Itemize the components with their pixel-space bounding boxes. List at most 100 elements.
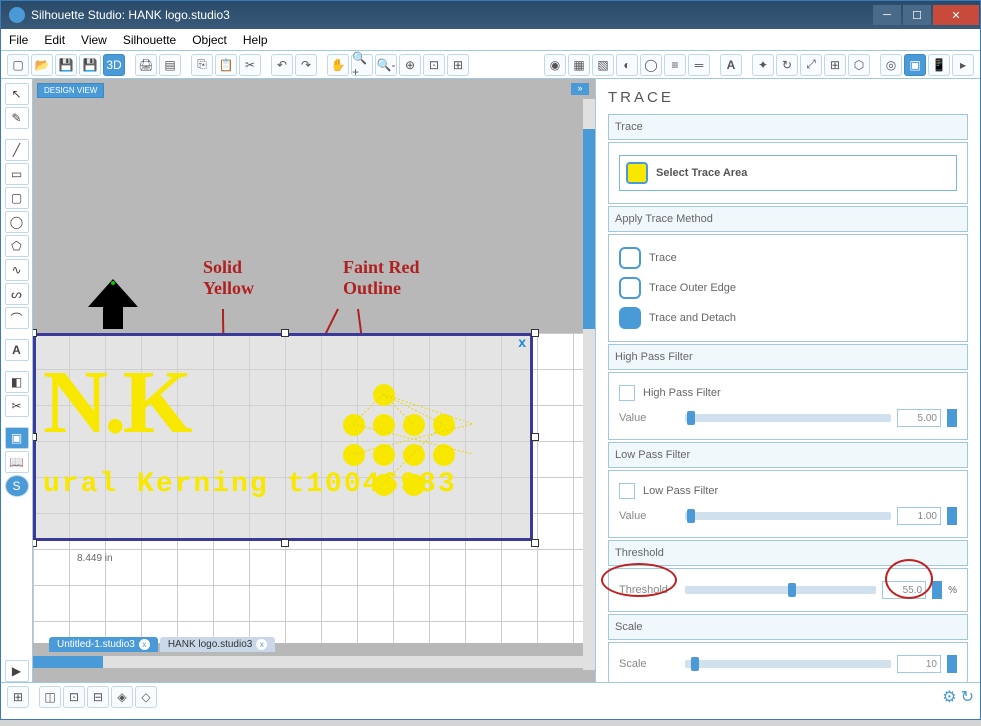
tab-close-icon[interactable]: x (256, 639, 267, 650)
ungroup-icon[interactable]: ⊟ (87, 686, 109, 708)
line-weight-icon[interactable]: ═ (688, 54, 710, 76)
select-tool[interactable]: ↖ (5, 83, 29, 105)
rotate-icon[interactable]: ↻ (776, 54, 798, 76)
scale-spinner[interactable] (947, 655, 957, 673)
trace-option[interactable]: Trace (619, 243, 957, 273)
zoom-in-icon[interactable]: 🔍+ (351, 54, 373, 76)
close-button[interactable]: ✕ (933, 5, 979, 25)
handle-tl[interactable] (33, 329, 37, 337)
zoom-sel-icon[interactable]: ⊡ (423, 54, 445, 76)
registration-icon[interactable]: ⊞ (7, 686, 29, 708)
lp-spinner[interactable] (947, 507, 957, 525)
maximize-button[interactable]: ☐ (903, 5, 931, 25)
handle-ml[interactable] (33, 433, 37, 441)
rect-tool[interactable]: ▭ (5, 163, 29, 185)
gradient-icon[interactable]: ◐ (616, 54, 638, 76)
threshold-slider[interactable] (685, 586, 876, 594)
handle-tc[interactable] (281, 329, 289, 337)
minimize-button[interactable]: ─ (873, 5, 901, 25)
high-pass-checkbox[interactable] (619, 385, 635, 401)
open-icon[interactable]: 📂 (31, 54, 53, 76)
trace-icon[interactable]: ▣ (904, 54, 926, 76)
store-tab[interactable]: S (5, 475, 29, 497)
scale-slider[interactable] (685, 660, 891, 668)
replicate-icon[interactable]: ⊞ (824, 54, 846, 76)
menu-silhouette[interactable]: Silhouette (123, 33, 176, 47)
lp-value-input[interactable] (897, 507, 941, 525)
handle-tr[interactable] (531, 329, 539, 337)
align-icon[interactable]: ✦ (752, 54, 774, 76)
curve-tool[interactable]: ∿ (5, 259, 29, 281)
zoom-drag-icon[interactable]: ⊞ (447, 54, 469, 76)
3d-icon[interactable]: 3D (103, 54, 125, 76)
line-tool[interactable]: ╱ (5, 139, 29, 161)
select-trace-area-button[interactable]: Select Trace Area (619, 155, 957, 191)
refresh-icon[interactable]: ↻ (961, 687, 974, 707)
modify-icon[interactable]: ⬡ (848, 54, 870, 76)
library-icon[interactable]: 📱 (928, 54, 950, 76)
saveas-icon[interactable]: 💾 (79, 54, 101, 76)
page-icon[interactable]: ◉ (544, 54, 566, 76)
scale-value-input[interactable] (897, 655, 941, 673)
cut-icon[interactable]: ✂ (239, 54, 261, 76)
library-tab[interactable]: 📖 (5, 451, 29, 473)
pan-icon[interactable]: ✋ (327, 54, 349, 76)
view-mode[interactable]: ▣ (5, 427, 29, 449)
line-style-icon[interactable]: ≡ (664, 54, 686, 76)
threshold-spinner[interactable] (932, 581, 942, 599)
menu-edit[interactable]: Edit (44, 33, 65, 47)
trace-box-close[interactable]: x (518, 334, 526, 350)
menu-file[interactable]: File (9, 33, 28, 47)
handle-bc[interactable] (281, 539, 289, 547)
trace-detach-option[interactable]: Trace and Detach (619, 303, 957, 333)
knife-tool[interactable]: ✂ (5, 395, 29, 417)
undo-icon[interactable]: ↶ (271, 54, 293, 76)
menu-help[interactable]: Help (243, 33, 268, 47)
settings-icon[interactable]: ⚙ (942, 687, 956, 707)
handle-mr[interactable] (531, 433, 539, 441)
new-icon[interactable]: ▢ (7, 54, 29, 76)
cut-settings-icon[interactable]: ▤ (159, 54, 181, 76)
tab-close-icon[interactable]: x (139, 639, 150, 650)
text-style-icon[interactable]: A (720, 54, 742, 76)
hp-spinner[interactable] (947, 409, 957, 427)
polygon-tool[interactable]: ⬠ (5, 235, 29, 257)
tab-hank-logo[interactable]: HANK logo.studio3x (160, 637, 276, 652)
low-pass-checkbox[interactable] (619, 483, 635, 499)
zoom-fit-icon[interactable]: ⊕ (399, 54, 421, 76)
freehand-tool[interactable]: ᔕ (5, 283, 29, 305)
menu-object[interactable]: Object (192, 33, 227, 47)
zoom-out-icon[interactable]: 🔍- (375, 54, 397, 76)
edit-points-tool[interactable]: ✎ (5, 107, 29, 129)
line-color-icon[interactable]: ◯ (640, 54, 662, 76)
ellipse-tool[interactable]: ◯ (5, 211, 29, 233)
store-icon[interactable]: ▸ (952, 54, 974, 76)
canvas[interactable]: DESIGN VIEW » Solid Yellow Faint Red Out… (33, 79, 595, 682)
redo-icon[interactable]: ↷ (295, 54, 317, 76)
compound-icon[interactable]: ◈ (111, 686, 133, 708)
send-arrow[interactable]: ▶ (5, 660, 29, 682)
collapse-panel-button[interactable]: » (571, 83, 589, 95)
tab-untitled[interactable]: Untitled-1.studio3x (49, 637, 158, 652)
menu-view[interactable]: View (81, 33, 107, 47)
lp-slider[interactable] (685, 512, 891, 520)
round-rect-tool[interactable]: ▢ (5, 187, 29, 209)
scrollbar-horizontal[interactable] (33, 656, 583, 668)
save-icon[interactable]: 💾 (55, 54, 77, 76)
paste-icon[interactable]: 📋 (215, 54, 237, 76)
arc-tool[interactable]: ⌒ (5, 307, 29, 329)
release-icon[interactable]: ◇ (135, 686, 157, 708)
handle-bl[interactable] (33, 539, 37, 547)
weld-icon[interactable]: ◫ (39, 686, 61, 708)
offset-icon[interactable]: ◎ (880, 54, 902, 76)
scale-icon[interactable]: ⤢ (800, 54, 822, 76)
group-icon[interactable]: ⊡ (63, 686, 85, 708)
fill-icon[interactable]: ▧ (592, 54, 614, 76)
copy-icon[interactable]: ⎘ (191, 54, 213, 76)
eraser-tool[interactable]: ◧ (5, 371, 29, 393)
hp-slider[interactable] (685, 414, 891, 422)
hp-value-input[interactable] (897, 409, 941, 427)
scrollbar-vertical[interactable] (583, 99, 595, 670)
text-tool[interactable]: A (5, 339, 29, 361)
trace-outer-edge-option[interactable]: Trace Outer Edge (619, 273, 957, 303)
